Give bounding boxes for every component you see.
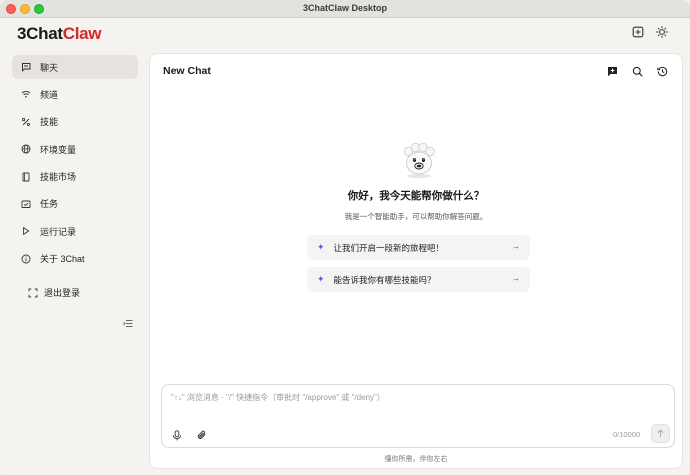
sidebar-item-label: 技能市场 xyxy=(40,172,77,183)
sparkle-icon: ✦ xyxy=(317,242,325,252)
footer-tagline: 懂你所需，伴你左右 xyxy=(384,456,448,463)
suggestion-label: 能告诉我你有哪些技能吗？ xyxy=(333,274,436,285)
search-button[interactable] xyxy=(629,63,645,79)
collapse-sidebar-button[interactable] xyxy=(123,317,133,331)
logo-text-part2: Claw xyxy=(62,24,102,43)
sidebar-item-label: 技能 xyxy=(40,117,59,128)
sidebar-item-tasks[interactable]: 任务 xyxy=(12,192,138,216)
theme-toggle-button[interactable] xyxy=(654,24,670,40)
sidebar-item-chat[interactable]: 聊天 xyxy=(12,55,138,79)
logo-text-part1: 3Chat xyxy=(17,24,63,43)
greeting-heading: 你好，我今天能帮你做什么？ xyxy=(347,190,485,202)
chat-panel: New Chat 你好，我今天能帮你做什么？ 我是一个智能助手，可以帮助你解答问… xyxy=(149,53,683,469)
search-icon xyxy=(632,66,643,77)
sidebar-item-skill-market[interactable]: 技能市场 xyxy=(12,165,138,189)
sidebar-nav: 聊天 频道 技能 环境变量 技能市场 任务 运行记录 关于 3Chat xyxy=(12,55,138,274)
wifi-icon xyxy=(19,87,33,101)
title-bar: 3ChatClaw Desktop xyxy=(0,0,690,18)
sidebar-item-env-vars[interactable]: 环境变量 xyxy=(12,137,138,161)
app-window: 3ChatClaw Desktop 3ChatClaw 聊天 频道 技能 环境变… xyxy=(0,0,690,475)
suggestion-label: 让我们开启一段新的旅程吧！ xyxy=(333,242,445,253)
sidebar-item-about[interactable]: 关于 3Chat xyxy=(12,247,138,271)
sidebar-item-label: 频道 xyxy=(40,89,59,100)
message-input[interactable] xyxy=(171,392,661,412)
paw-mascot-icon xyxy=(400,142,438,183)
history-icon xyxy=(656,66,667,76)
sidebar-item-label: 聊天 xyxy=(40,62,59,73)
sun-icon xyxy=(656,26,668,38)
sidebar-item-channels[interactable]: 频道 xyxy=(12,82,138,106)
app-logo: 3ChatClaw xyxy=(17,24,102,44)
arrow-up-icon xyxy=(657,429,664,437)
new-chat-icon xyxy=(607,66,617,76)
sidebar-item-label: 运行记录 xyxy=(40,226,77,237)
suggestion-card-2[interactable]: ✦ 能告诉我你有哪些技能吗？ → xyxy=(307,267,530,292)
chat-icon xyxy=(19,60,33,74)
sidebar-item-run-history[interactable]: 运行记录 xyxy=(12,219,138,243)
suggestion-card-1[interactable]: ✦ 让我们开启一段新的旅程吧！ → xyxy=(307,235,530,260)
arrow-right-icon: → xyxy=(512,242,520,251)
book-icon xyxy=(19,170,33,184)
new-chat-button[interactable] xyxy=(604,63,620,79)
history-button[interactable] xyxy=(654,63,670,79)
window-title: 3ChatClaw Desktop xyxy=(302,3,388,13)
sidebar-item-label: 任务 xyxy=(40,199,59,210)
sidebar-collapse-icon xyxy=(123,320,133,327)
layout-icon xyxy=(632,26,644,38)
sidebar-item-label: 关于 3Chat xyxy=(40,254,85,265)
logout-label: 退出登录 xyxy=(44,288,81,298)
attach-file-button[interactable] xyxy=(195,428,209,442)
info-icon xyxy=(19,252,33,266)
message-composer: 0/10000 xyxy=(161,384,675,448)
sparkle-icon: ✦ xyxy=(317,274,325,284)
logout-icon xyxy=(28,288,38,298)
play-icon xyxy=(19,224,33,238)
task-icon xyxy=(19,197,33,211)
layout-toggle-button[interactable] xyxy=(630,24,646,40)
paperclip-icon xyxy=(197,430,206,439)
greeting-subtext: 我是一个智能助手，可以帮助你解答问题。 xyxy=(344,212,488,221)
globe-icon xyxy=(19,142,33,156)
microphone-icon xyxy=(173,429,181,440)
send-button[interactable] xyxy=(651,424,670,443)
sidebar-item-skills[interactable]: 技能 xyxy=(12,110,138,134)
arrow-right-icon: → xyxy=(512,274,520,283)
page-title: New Chat xyxy=(163,65,211,77)
sidebar-item-label: 环境变量 xyxy=(40,144,77,155)
char-counter: 0/10000 xyxy=(613,430,641,439)
percent-icon xyxy=(19,115,33,129)
logout-button[interactable]: 退出登录 xyxy=(28,286,80,299)
voice-input-button[interactable] xyxy=(170,428,184,442)
